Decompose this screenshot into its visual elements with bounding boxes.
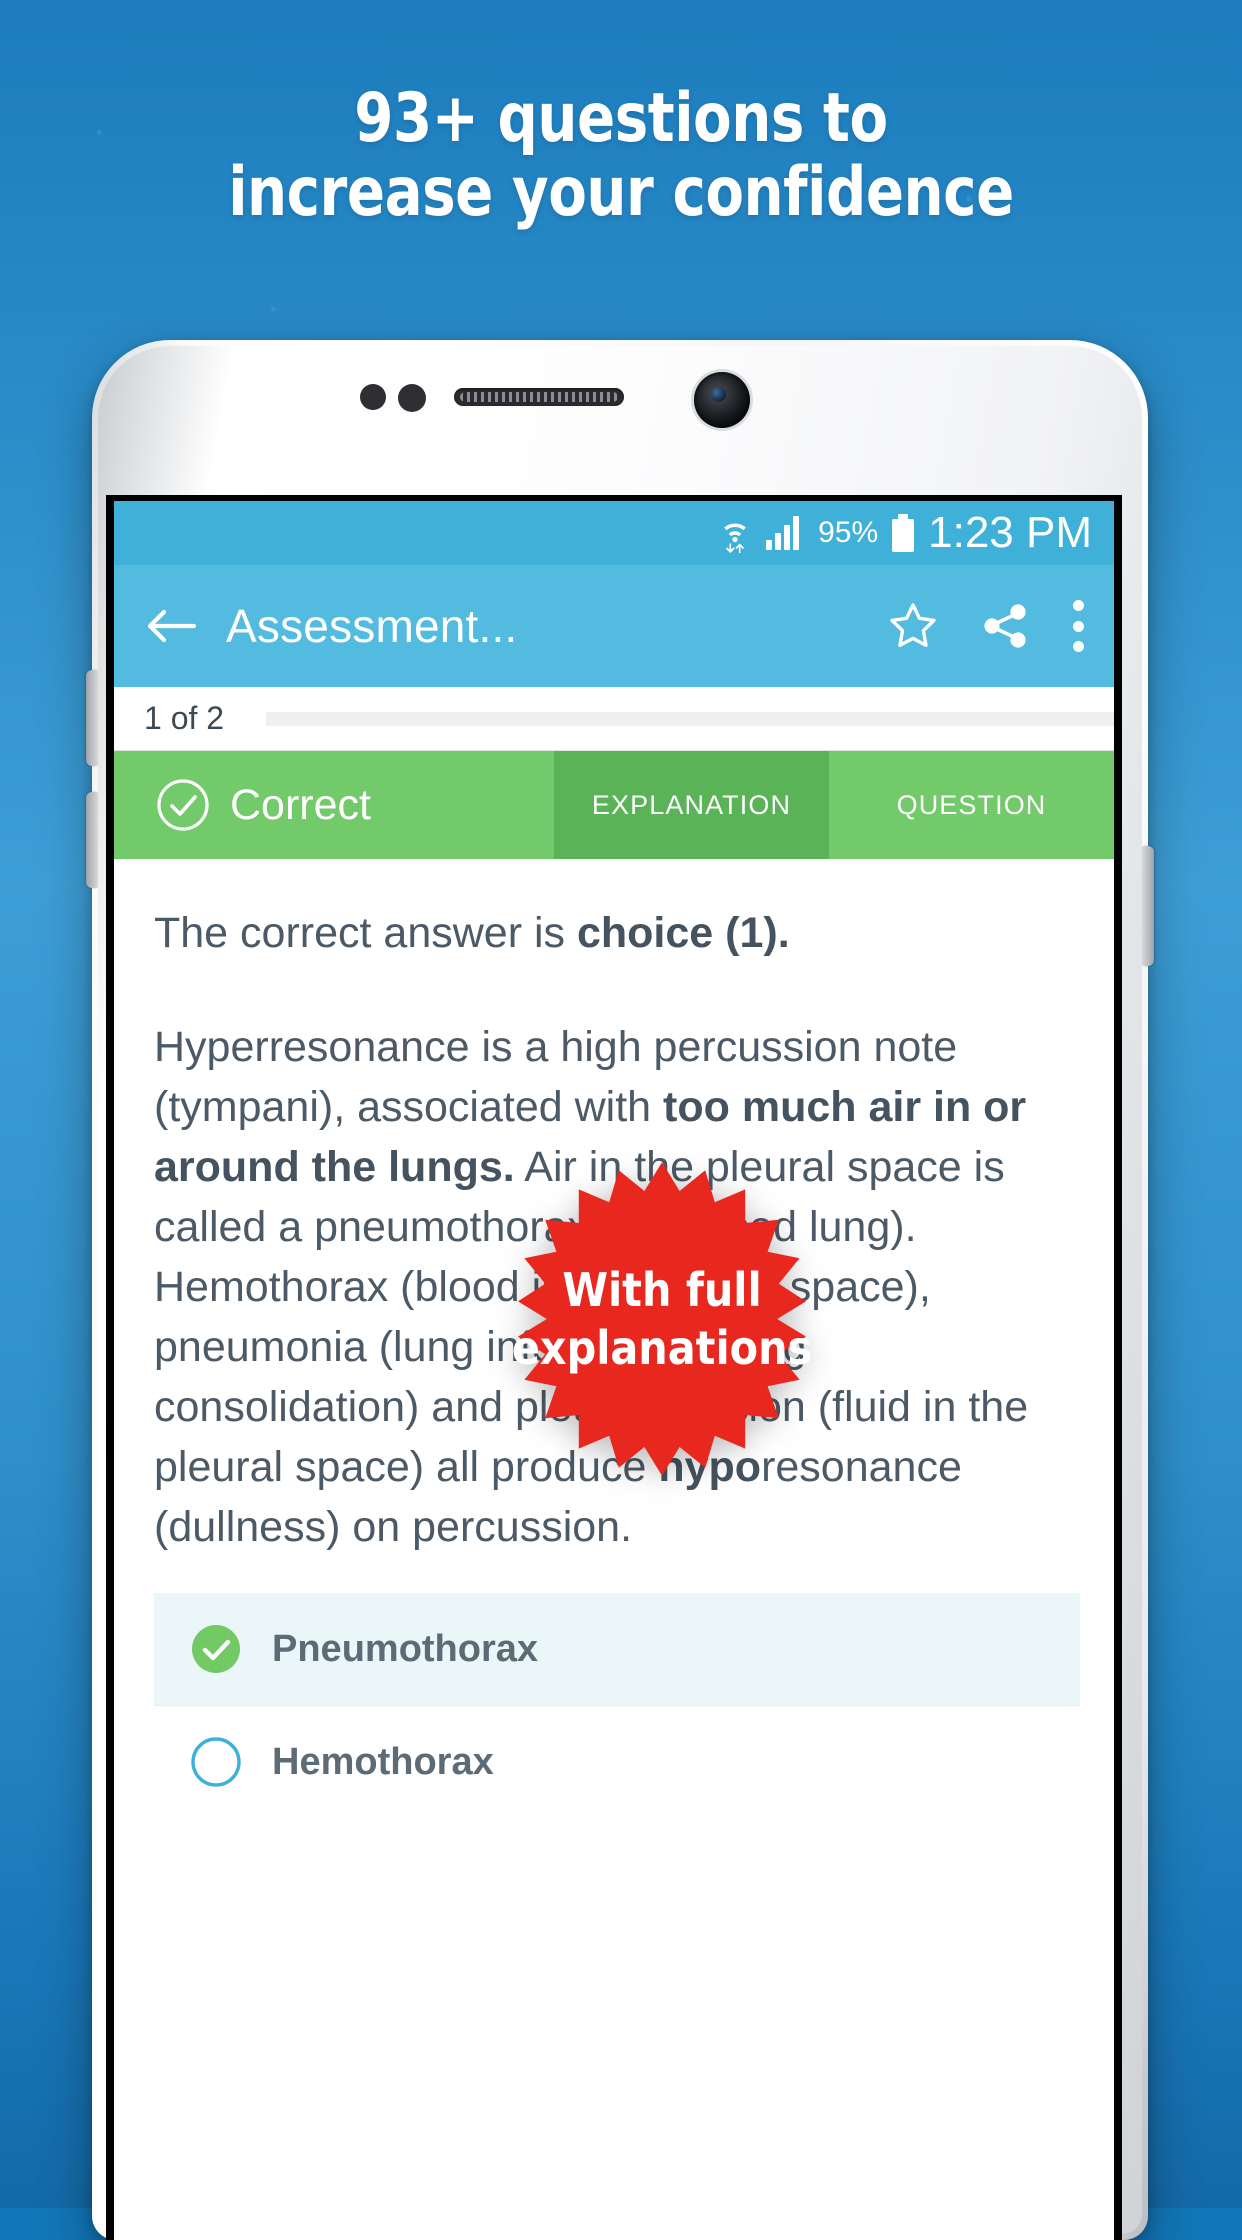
front-camera [694, 372, 750, 428]
list-item[interactable]: Hemothorax [154, 1705, 1080, 1818]
status-label: Correct [230, 780, 371, 829]
signal-icon [766, 516, 804, 550]
tab-explanation[interactable]: EXPLANATION [554, 751, 829, 859]
page-title: Assessment... [226, 600, 518, 652]
light-sensor [398, 384, 426, 412]
check-circle-icon [156, 778, 210, 832]
progress-label: 1 of 2 [144, 700, 225, 736]
tab-bar: Correct EXPLANATION QUESTION [114, 751, 1114, 859]
overflow-menu-icon[interactable] [1072, 600, 1084, 652]
promo-badge: With full explanations [502, 1145, 822, 1493]
list-item[interactable]: Pneumothorax [154, 1593, 1080, 1705]
explanation-paragraph-1: The correct answer is choice (1). [154, 903, 1080, 963]
clock-label: 1:23 PM [928, 508, 1092, 557]
status-badge-correct: Correct [114, 751, 554, 859]
headline-line-2: increase your confidence [228, 153, 1014, 232]
proximity-sensor [360, 384, 386, 410]
volume-up-button[interactable] [86, 670, 98, 766]
paragraph-1-bold: choice (1). [576, 909, 790, 957]
progress-row: 1 of 2 [114, 687, 1114, 751]
starburst-polygon [518, 1162, 806, 1476]
answer-options-list: Pneumothorax Hemothorax [154, 1593, 1080, 1818]
status-bar: 95% 1:23 PM [114, 501, 1114, 565]
app-bar-actions [888, 600, 1088, 652]
volume-down-button[interactable] [86, 792, 98, 888]
promo-headline: 93+ questions to increase your confidenc… [0, 82, 1242, 230]
progress-bar [266, 711, 1114, 726]
back-arrow-icon[interactable] [142, 597, 200, 655]
starburst-shape [518, 1162, 806, 1476]
app-bar: Assessment... [114, 565, 1114, 687]
earpiece-speaker [454, 388, 624, 406]
radio-empty-icon [190, 1736, 242, 1788]
wifi-icon [718, 513, 752, 553]
paragraph-1-text: The correct answer is [154, 909, 577, 957]
option-label: Pneumothorax [272, 1627, 539, 1670]
battery-icon [892, 514, 915, 552]
power-button[interactable] [1142, 846, 1154, 966]
battery-percent-label: 95% [818, 516, 879, 549]
star-outline-icon[interactable] [888, 601, 938, 651]
check-circle-filled-icon [190, 1623, 242, 1675]
share-icon[interactable] [980, 601, 1030, 651]
headline-line-1: 93+ questions to [354, 79, 888, 158]
option-label: Hemothorax [272, 1740, 494, 1783]
tab-question[interactable]: QUESTION [829, 751, 1114, 859]
